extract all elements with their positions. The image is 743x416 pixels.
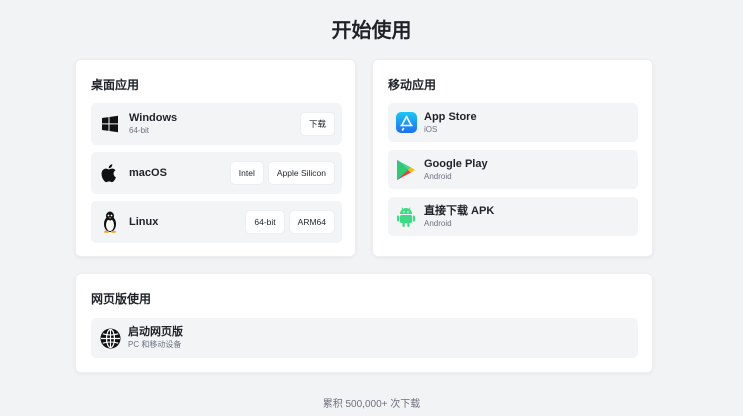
apk-platform: Android [424, 218, 452, 228]
windows-name: Windows [129, 112, 178, 124]
googleplay-name: Google Play [424, 157, 488, 170]
apple-icon [99, 162, 121, 184]
mobile-apps-title: 移动应用 [388, 78, 437, 92]
windows-arch: 64-bit [129, 126, 150, 135]
macos-row: macOS Intel Apple Silicon [91, 152, 342, 194]
appstore-platform: iOS [424, 124, 438, 134]
macos-name: macOS [129, 166, 167, 179]
macos-apple-silicon-button[interactable]: Apple Silicon [268, 162, 334, 184]
macos-intel-button[interactable]: Intel [230, 162, 263, 184]
globe-icon [99, 327, 121, 349]
appstore-row[interactable]: App Store iOS [388, 103, 638, 142]
linux-64bit-button[interactable]: 64-bit [246, 211, 284, 233]
linux-row: Linux 64-bit ARM64 [91, 201, 342, 243]
page-title: 开始使用 [331, 20, 412, 42]
web-app-title: 网页版使用 [91, 292, 152, 306]
linux-arm64-button[interactable]: ARM64 [289, 211, 334, 233]
app-store-icon [395, 112, 417, 134]
download-count: 累积 500,000+ 次下载 [322, 399, 421, 410]
apk-row[interactable]: 直接下载 APK Android [388, 197, 638, 236]
web-app-card: 网页版使用 启动网页版 PC 和移动设备 [75, 273, 653, 373]
linux-penguin-icon [99, 211, 121, 233]
appstore-name: App Store [424, 110, 477, 123]
windows-row: Windows 64-bit 下载 [91, 103, 342, 145]
launch-web-name: 启动网页版 [128, 326, 183, 338]
desktop-apps-title: 桌面应用 [91, 78, 140, 92]
windows-download-button[interactable]: 下载 [300, 113, 334, 135]
linux-name: Linux [129, 215, 159, 228]
launch-web-devices: PC 和移动设备 [128, 340, 182, 349]
android-icon [395, 206, 417, 228]
windows-icon [99, 113, 121, 135]
launch-web-row[interactable]: 启动网页版 PC 和移动设备 [91, 318, 638, 358]
mobile-apps-card: 移动应用 App Store iOS Google Play Android 直… [372, 59, 653, 257]
googleplay-row[interactable]: Google Play Android [388, 150, 638, 189]
googleplay-platform: Android [424, 171, 452, 181]
desktop-apps-card: 桌面应用 Windows 64-bit 下载 macOS Intel Apple… [75, 59, 356, 257]
google-play-icon [395, 159, 417, 181]
apk-name: 直接下载 APK [424, 204, 495, 217]
